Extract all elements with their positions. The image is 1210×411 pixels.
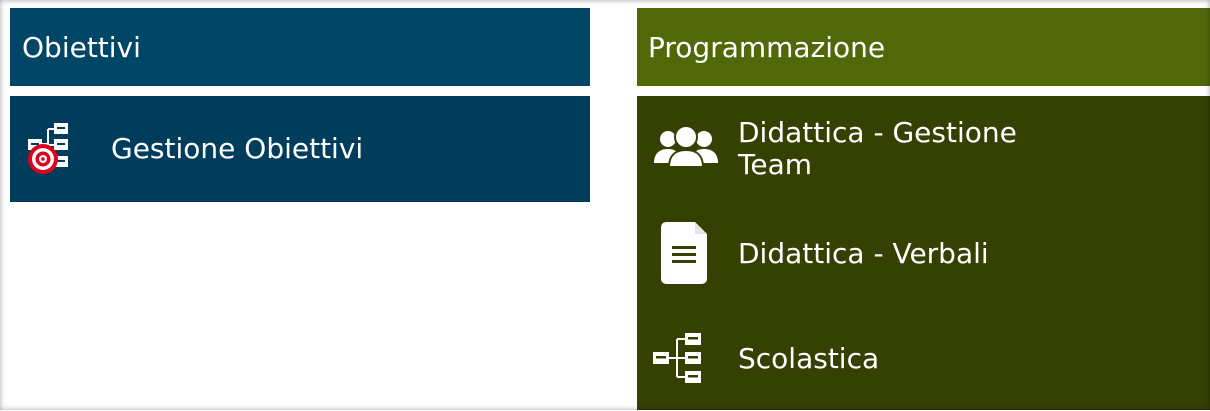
tile-didattica-verbali[interactable]: Didattica - Verbali (637, 201, 1210, 306)
tile-scolastica[interactable]: Scolastica (637, 306, 1210, 411)
tree-structure-icon (651, 327, 721, 391)
tile-didattica-gestione-team[interactable]: Didattica - Gestione Team (637, 96, 1210, 201)
target-tree-icon (26, 119, 92, 179)
objectives-tiles: Gestione Obiettivi (10, 96, 590, 202)
objectives-column: Obiettivi Gestione Obiettivi (10, 8, 590, 202)
programming-header-label: Programmazione (648, 30, 886, 64)
tile-label: Scolastica (738, 341, 880, 375)
programming-header: Programmazione (637, 8, 1210, 86)
users-icon (651, 117, 721, 181)
programming-column: Programmazione Didattica - Gestione Team (637, 8, 1210, 410)
programming-tiles: Didattica - Gestione Team Didattica - Ve… (637, 96, 1210, 410)
objectives-header-label: Obiettivi (22, 30, 141, 64)
tile-gestione-obiettivi[interactable]: Gestione Obiettivi (10, 96, 590, 202)
tile-label: Gestione Obiettivi (111, 132, 364, 165)
objectives-header: Obiettivi (10, 8, 590, 86)
document-icon (651, 221, 721, 286)
tile-label: Didattica - Gestione Team (738, 115, 1017, 181)
tile-label: Didattica - Verbali (738, 236, 989, 270)
